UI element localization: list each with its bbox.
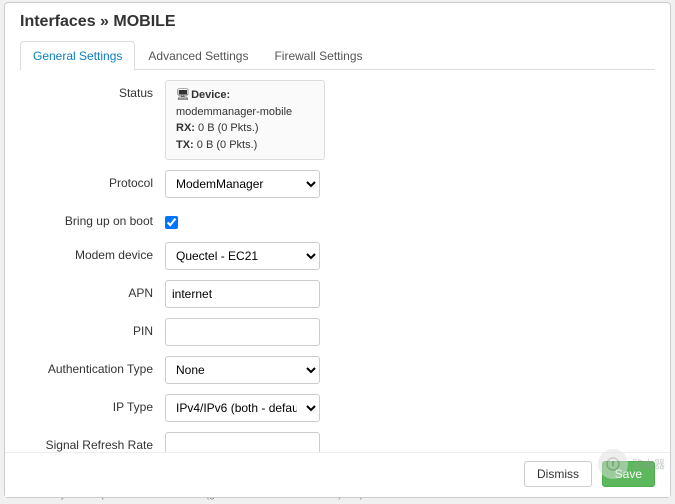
row-modem-device: Modem device Quectel - EC21 xyxy=(25,242,650,270)
tabs-bar: General Settings Advanced Settings Firew… xyxy=(20,41,655,70)
label-modem-device: Modem device xyxy=(25,242,165,262)
dismiss-button[interactable]: Dismiss xyxy=(524,461,592,487)
modal-footer: Dismiss Save xyxy=(5,452,670,497)
page-title: Interfaces » MOBILE xyxy=(20,13,655,31)
label-auth-type: Authentication Type xyxy=(25,356,165,376)
label-apn: APN xyxy=(25,280,165,300)
watermark: 路由器 xyxy=(598,449,665,479)
tab-firewall-settings[interactable]: Firewall Settings xyxy=(261,41,375,70)
modem-device-select[interactable]: Quectel - EC21 xyxy=(165,242,320,270)
auth-type-select[interactable]: None xyxy=(165,356,320,384)
modal-header: Interfaces » MOBILE xyxy=(5,3,670,36)
row-apn: APN xyxy=(25,280,650,308)
status-rx-value: 0 B (0 Pkts.) xyxy=(198,122,259,134)
status-control: 🖥 Device: modemmanager-mobile RX: 0 B (0… xyxy=(165,80,325,160)
status-box: 🖥 Device: modemmanager-mobile RX: 0 B (0… xyxy=(165,80,325,160)
watermark-icon xyxy=(598,449,628,479)
interface-config-modal: Interfaces » MOBILE General Settings Adv… xyxy=(4,2,671,498)
protocol-select[interactable]: ModemManager xyxy=(165,170,320,198)
row-protocol: Protocol ModemManager xyxy=(25,170,650,198)
signal-refresh-input[interactable] xyxy=(165,432,320,452)
row-bring-up: Bring up on boot xyxy=(25,208,650,232)
label-ip-type: IP Type xyxy=(25,394,165,414)
status-device-value: modemmanager-mobile xyxy=(176,106,292,118)
bring-up-checkbox[interactable] xyxy=(165,216,178,229)
label-bring-up: Bring up on boot xyxy=(25,208,165,228)
label-pin: PIN xyxy=(25,318,165,338)
status-rx-label: RX: xyxy=(176,122,195,134)
row-pin: PIN xyxy=(25,318,650,346)
status-device-label: Device: xyxy=(191,89,230,101)
row-ip-type: IP Type IPv4/IPv6 (both - defaults to IP… xyxy=(25,394,650,422)
row-auth-type: Authentication Type None xyxy=(25,356,650,384)
pin-input[interactable] xyxy=(165,318,320,346)
status-tx-label: TX: xyxy=(176,139,194,151)
row-status: Status 🖥 Device: modemmanager-mobile RX:… xyxy=(25,80,650,160)
status-tx-value: 0 B (0 Pkts.) xyxy=(197,139,258,151)
label-status: Status xyxy=(25,80,165,100)
label-signal-refresh: Signal Refresh Rate xyxy=(25,432,165,452)
tab-advanced-settings[interactable]: Advanced Settings xyxy=(135,41,261,70)
row-signal-refresh: Signal Refresh Rate In seconds xyxy=(25,432,650,452)
watermark-text: 路由器 xyxy=(632,456,665,472)
tab-general-settings[interactable]: General Settings xyxy=(20,41,135,70)
ip-type-select[interactable]: IPv4/IPv6 (both - defaults to IPv4) xyxy=(165,394,320,422)
label-protocol: Protocol xyxy=(25,170,165,190)
apn-input[interactable] xyxy=(165,280,320,308)
device-icon: 🖥 xyxy=(176,87,188,104)
form-body: Status 🖥 Device: modemmanager-mobile RX:… xyxy=(5,70,670,452)
